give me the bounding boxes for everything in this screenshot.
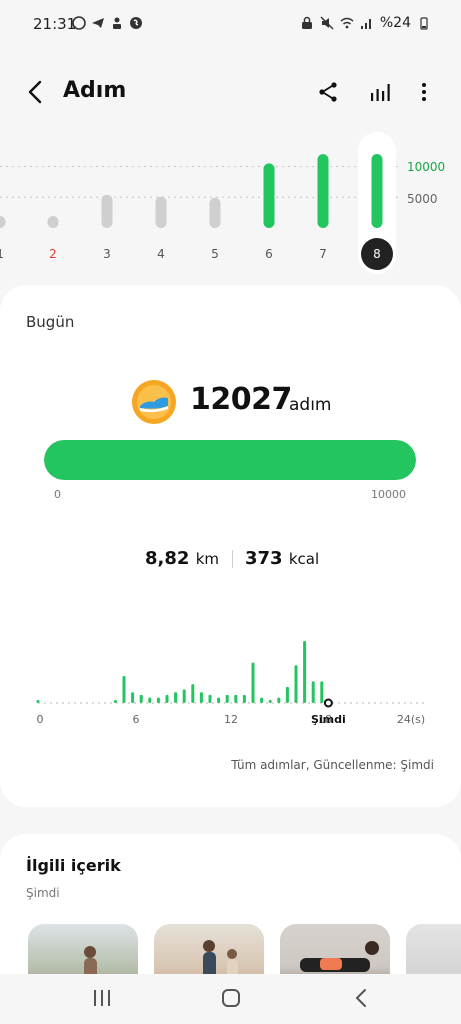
goal-progress-bar [44, 440, 416, 480]
week-day-label-4: 4 [157, 247, 165, 261]
hourly-bar-15 [165, 694, 169, 703]
related-content-card: İlgili içerik Şimdi [0, 834, 461, 984]
system-status: %24 [300, 15, 431, 31]
week-day-label-6: 6 [265, 247, 273, 261]
shazam-icon [130, 17, 142, 29]
related-title: İlgili içerik [26, 856, 121, 875]
whatsapp-icon [72, 16, 86, 30]
hourly-bar-33 [320, 681, 324, 703]
status-bar: 21:31 %24 [0, 0, 461, 50]
distance-unit: km [195, 550, 220, 568]
back-arrow-icon[interactable] [22, 78, 48, 106]
week-bar-day-3 [101, 194, 113, 228]
week-ref-high-label: 10000 [407, 160, 446, 174]
hourly-bar-27 [268, 700, 272, 703]
app-header: Adım [0, 62, 461, 120]
battery-icon [420, 17, 428, 30]
week-bar-day-2 [47, 216, 59, 228]
week-bar-day-1 [0, 216, 6, 228]
notification-icons [72, 16, 143, 30]
hourly-bar-10 [122, 676, 126, 703]
calories-value: 373 kcal [245, 548, 319, 569]
hourly-axis-label-1: 6 [133, 713, 140, 726]
hourly-bar-11 [131, 692, 135, 703]
nav-back-icon[interactable] [352, 987, 370, 1009]
share-icon[interactable] [316, 80, 340, 104]
hourly-bar-14 [156, 697, 160, 703]
week-bar-day-6 [263, 163, 275, 228]
hourly-bar-22 [225, 694, 229, 703]
hourly-axis-label-0: 0 [37, 713, 44, 726]
week-day-label-5: 5 [211, 247, 219, 261]
week-day-label-7: 7 [319, 247, 327, 261]
hourly-bar-24 [242, 694, 246, 703]
statistics-icon[interactable] [368, 80, 392, 104]
calories-number: 373 [245, 548, 283, 569]
more-options-icon[interactable] [414, 80, 434, 104]
app-notification-icon [113, 17, 121, 29]
recent-apps-icon[interactable] [92, 988, 112, 1008]
hourly-bar-9 [113, 700, 117, 703]
signal-icon [360, 19, 371, 29]
weekly-steps-chart: 1 2 3 4 5 6 7 8 [0, 130, 461, 280]
page-title: Adım [63, 78, 127, 103]
hourly-bar-28 [277, 697, 281, 703]
stats-divider [232, 550, 233, 568]
goal-progress-fill [44, 440, 416, 480]
telegram-icon [92, 18, 104, 28]
mute-icon [320, 16, 334, 30]
calories-unit: kcal [288, 550, 320, 568]
distance-number: 8,82 [145, 548, 190, 569]
week-bar-day-8 [371, 153, 383, 228]
hourly-bar-23 [234, 694, 238, 703]
hourly-bar-25 [251, 662, 255, 703]
wifi-icon [340, 17, 354, 29]
hourly-bar-29 [285, 686, 289, 703]
steps-unit: adım [289, 395, 332, 415]
weekly-chart-svg: 1 2 3 4 5 6 7 8 [0, 132, 400, 274]
system-nav-bar [0, 974, 461, 1024]
today-heading: Bugün [26, 313, 75, 331]
week-day-label-8: 8 [373, 247, 381, 261]
hourly-axis-label-5: 24(s) [397, 713, 425, 726]
hourly-bar-12 [139, 694, 143, 703]
week-bar-day-7 [317, 154, 329, 228]
hourly-bar-26 [260, 697, 264, 703]
week-day-label-3: 3 [103, 247, 111, 261]
week-bar-day-4 [155, 196, 167, 228]
lock-icon [301, 16, 312, 29]
hourly-bar-21 [217, 697, 221, 703]
hourly-bar-19 [199, 692, 203, 703]
battery-percent: %24 [379, 15, 411, 31]
hourly-bar-17 [182, 689, 186, 703]
today-card: Bugün 12027 adım 0 10000 8,82 km 373 kca… [0, 285, 461, 807]
hourly-bar-16 [174, 692, 178, 703]
related-subtitle: Şimdi [26, 886, 60, 900]
week-day-label-1: 1 [0, 247, 4, 261]
home-icon[interactable] [221, 987, 241, 1009]
status-time: 21:31 [33, 15, 77, 33]
steps-count: 12027 [190, 382, 292, 417]
hourly-bar-18 [191, 684, 195, 703]
hourly-bar-30 [294, 665, 298, 703]
week-day-label-2: 2 [49, 247, 57, 261]
distance-value: 8,82 km [145, 548, 219, 569]
hourly-axis-label-4: Şimdi [311, 713, 346, 726]
hourly-bar-20 [208, 694, 212, 703]
progress-min-label: 0 [54, 488, 61, 501]
week-ref-low-label: 5000 [407, 192, 438, 206]
hourly-axis-label-2: 12 [224, 713, 238, 726]
progress-max-label: 10000 [371, 488, 406, 501]
step-goal-badge-icon [132, 380, 176, 424]
now-marker [323, 698, 333, 708]
week-bar-day-5 [209, 197, 221, 228]
hourly-bar-13 [148, 697, 152, 703]
hourly-steps-chart: 0 6 12 18Şimdi 24(s) [36, 641, 425, 726]
update-note: Tüm adımlar, Güncellenme: Şimdi [231, 758, 434, 772]
hourly-bar-0 [36, 700, 40, 703]
hourly-bar-32 [311, 681, 315, 703]
hourly-bar-31 [303, 641, 307, 703]
